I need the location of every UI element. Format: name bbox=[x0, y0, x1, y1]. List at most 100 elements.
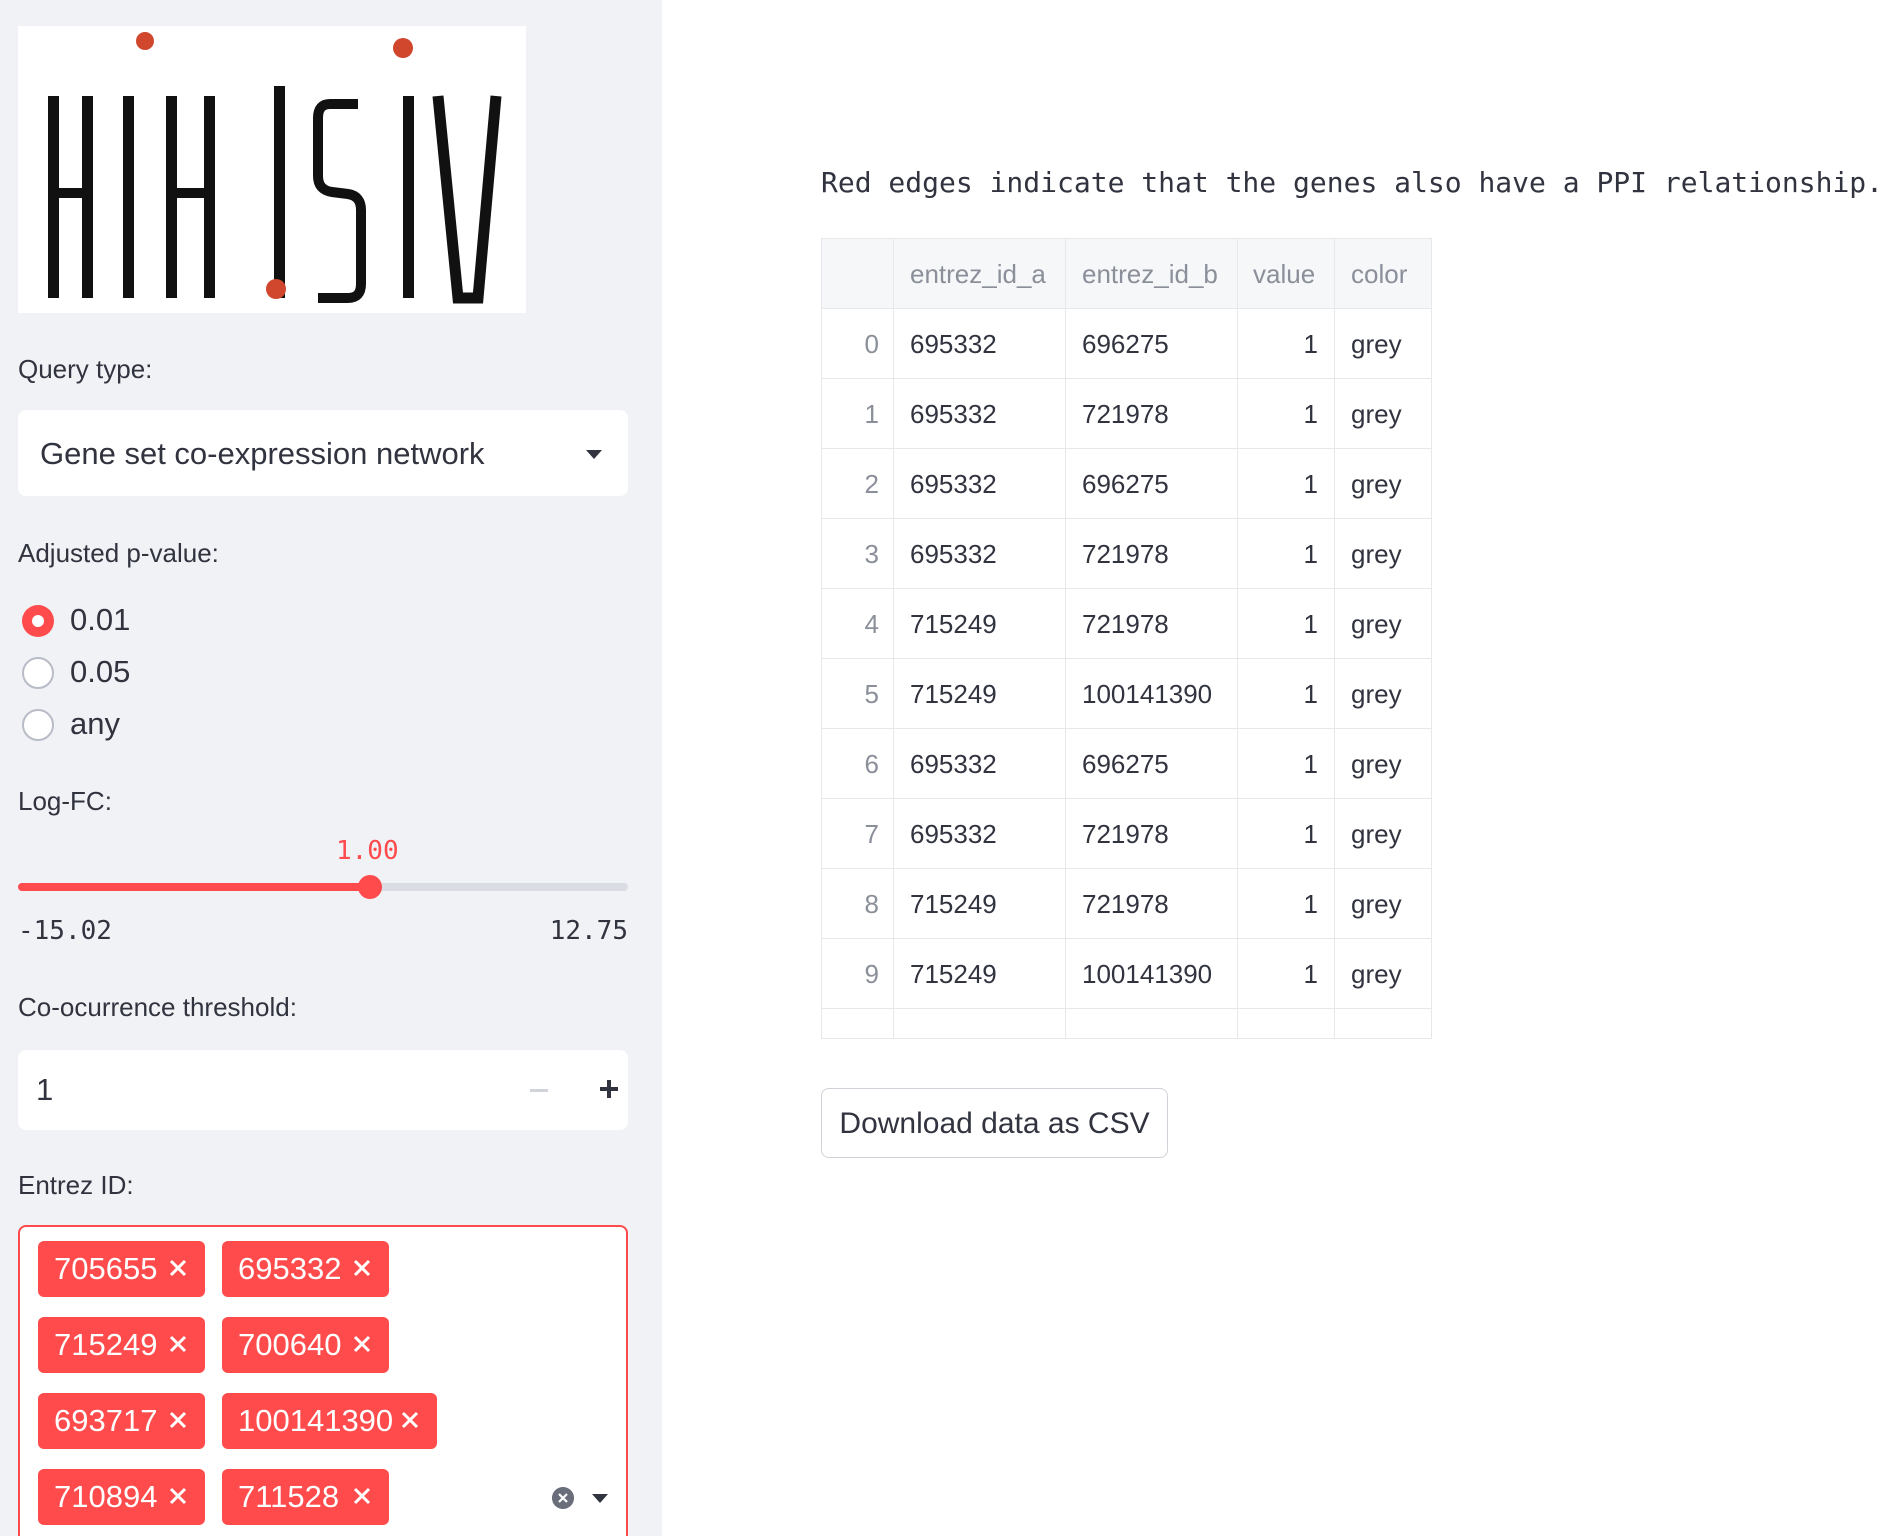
cell-entrez-id-b: 696275 bbox=[1066, 729, 1238, 799]
download-csv-label: Download data as CSV bbox=[839, 1107, 1150, 1140]
radio-label: any bbox=[70, 706, 120, 741]
description-text: Red edges indicate that the genes also h… bbox=[821, 166, 1884, 199]
row-index: 8 bbox=[822, 869, 894, 939]
cell-entrez-id-a: 695332 bbox=[894, 379, 1066, 449]
entrez-tag: 715249 bbox=[38, 1317, 205, 1373]
cell-entrez-id-a: 695332 bbox=[894, 729, 1066, 799]
cell-entrez-id-b: 100141390 bbox=[1066, 939, 1238, 1009]
entrez-tag: 710894 bbox=[38, 1469, 205, 1525]
minus-icon[interactable] bbox=[530, 1089, 548, 1092]
entrez-multiselect[interactable]: 705655 695332 715249 700640 693717 10014… bbox=[18, 1225, 628, 1536]
edges-table[interactable]: entrez_id_a entrez_id_b value color 0 695… bbox=[821, 238, 1432, 1039]
cell-value: 1 bbox=[1238, 659, 1335, 729]
radio-unchecked-icon bbox=[22, 709, 54, 741]
cell-value: 1 bbox=[1238, 309, 1335, 379]
radio-label: 0.05 bbox=[70, 654, 131, 689]
header-entrez-id-b[interactable]: entrez_id_b bbox=[1066, 239, 1238, 309]
tag-label: 715249 bbox=[54, 1327, 158, 1362]
row-index: 9 bbox=[822, 939, 894, 1009]
cell-value: 1 bbox=[1238, 449, 1335, 519]
row-index: 0 bbox=[822, 309, 894, 379]
plus-icon[interactable] bbox=[600, 1080, 618, 1098]
radio-label: 0.01 bbox=[70, 602, 131, 637]
logfc-slider[interactable] bbox=[18, 875, 628, 899]
close-icon[interactable] bbox=[165, 1255, 191, 1281]
entrez-tag: 693717 bbox=[38, 1393, 205, 1449]
table-row[interactable]: 1 695332 721978 1 grey bbox=[822, 379, 1431, 449]
tag-label: 705655 bbox=[54, 1251, 158, 1286]
cell-entrez-id-b: 696275 bbox=[1066, 309, 1238, 379]
cell-value: 1 bbox=[1238, 939, 1335, 1009]
pvalue-radio-0.01[interactable]: 0.01 bbox=[22, 602, 282, 639]
header-entrez-id-a[interactable]: entrez_id_a bbox=[894, 239, 1066, 309]
table-header: entrez_id_a entrez_id_b value color bbox=[822, 239, 1431, 309]
table-row[interactable]: 6 695332 696275 1 grey bbox=[822, 729, 1431, 799]
cooccurrence-label: Co-ocurrence threshold: bbox=[18, 992, 297, 1022]
tag-label: 700640 bbox=[238, 1327, 342, 1362]
entrez-tag: 711528 bbox=[222, 1469, 389, 1525]
cell-color: grey bbox=[1351, 889, 1402, 919]
query-type-select[interactable]: Gene set co-expression network bbox=[18, 410, 628, 496]
logfc-max: 12.75 bbox=[549, 916, 628, 946]
chevron-down-icon[interactable] bbox=[592, 1494, 608, 1503]
row-index: 5 bbox=[822, 659, 894, 729]
table-row[interactable]: 7 695332 721978 1 grey bbox=[822, 799, 1431, 869]
close-icon[interactable] bbox=[349, 1255, 375, 1281]
pvalue-label: Adjusted p-value: bbox=[18, 538, 219, 568]
cell-entrez-id-a: 695332 bbox=[894, 449, 1066, 519]
table-row[interactable]: 4 715249 721978 1 grey bbox=[822, 589, 1431, 659]
download-csv-button[interactable]: Download data as CSV bbox=[821, 1088, 1168, 1158]
pvalue-radio-0.05[interactable]: 0.05 bbox=[22, 654, 282, 691]
header-value[interactable]: value bbox=[1238, 239, 1335, 309]
row-index: 3 bbox=[822, 519, 894, 589]
tag-label: 693717 bbox=[54, 1403, 158, 1438]
tag-label: 100141390 bbox=[238, 1403, 394, 1438]
close-icon[interactable] bbox=[349, 1331, 375, 1357]
clear-icon[interactable] bbox=[552, 1487, 574, 1509]
cell-value: 1 bbox=[1238, 519, 1335, 589]
cell-entrez-id-b: 721978 bbox=[1066, 799, 1238, 869]
cell-color: grey bbox=[1351, 329, 1402, 359]
row-index: 1 bbox=[822, 379, 894, 449]
logfc-current-value: 1.00 bbox=[336, 836, 399, 866]
tag-label: 710894 bbox=[54, 1479, 158, 1514]
slider-thumb[interactable] bbox=[357, 875, 382, 899]
table-row[interactable]: 2 695332 696275 1 grey bbox=[822, 449, 1431, 519]
entrez-tag: 700640 bbox=[222, 1317, 389, 1373]
close-icon[interactable] bbox=[349, 1483, 375, 1509]
close-icon[interactable] bbox=[165, 1331, 191, 1357]
close-icon[interactable] bbox=[165, 1407, 191, 1433]
slider-fill bbox=[18, 883, 370, 891]
close-icon[interactable] bbox=[397, 1407, 423, 1433]
table-row-partial bbox=[822, 1009, 1431, 1038]
pvalue-radio-any[interactable]: any bbox=[22, 706, 282, 743]
table-row[interactable]: 8 715249 721978 1 grey bbox=[822, 869, 1431, 939]
query-type-label: Query type: bbox=[18, 354, 153, 384]
row-index: 4 bbox=[822, 589, 894, 659]
cell-color: grey bbox=[1351, 749, 1402, 779]
tag-label: 695332 bbox=[238, 1251, 342, 1286]
table-row[interactable]: 3 695332 721978 1 grey bbox=[822, 519, 1431, 589]
cell-entrez-id-b: 721978 bbox=[1066, 869, 1238, 939]
table-row[interactable]: 0 695332 696275 1 grey bbox=[822, 309, 1431, 379]
entrez-tag: 695332 bbox=[222, 1241, 389, 1297]
cell-entrez-id-b: 721978 bbox=[1066, 519, 1238, 589]
cell-entrez-id-a: 715249 bbox=[894, 589, 1066, 659]
close-icon[interactable] bbox=[165, 1483, 191, 1509]
table-row[interactable]: 9 715249 100141390 1 grey bbox=[822, 939, 1431, 1009]
row-index: 6 bbox=[822, 729, 894, 799]
header-color[interactable]: color bbox=[1335, 239, 1431, 309]
cell-entrez-id-b: 100141390 bbox=[1066, 659, 1238, 729]
cell-color: grey bbox=[1351, 679, 1402, 709]
table-row[interactable]: 5 715249 100141390 1 grey bbox=[822, 659, 1431, 729]
cell-value: 1 bbox=[1238, 379, 1335, 449]
cell-color: grey bbox=[1351, 399, 1402, 429]
cooccurrence-input[interactable]: 1 bbox=[18, 1050, 628, 1130]
cell-color: grey bbox=[1351, 609, 1402, 639]
radio-checked-icon bbox=[22, 605, 54, 637]
chevron-down-icon bbox=[586, 450, 602, 459]
cell-value: 1 bbox=[1238, 869, 1335, 939]
radio-unchecked-icon bbox=[22, 657, 54, 689]
row-index: 2 bbox=[822, 449, 894, 519]
cell-entrez-id-b: 696275 bbox=[1066, 449, 1238, 519]
